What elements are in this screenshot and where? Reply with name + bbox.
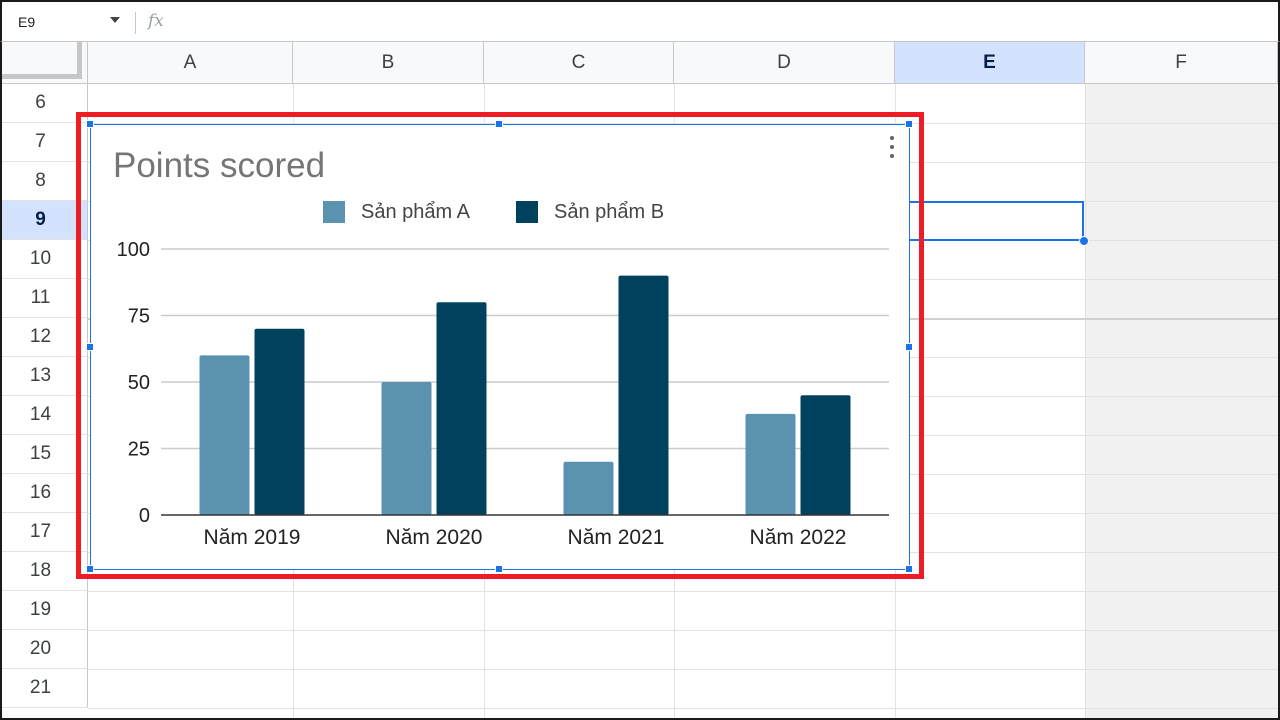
bar: [563, 461, 614, 515]
x-tick-label: Năm 2020: [386, 526, 483, 549]
row-header[interactable]: 19: [2, 591, 88, 630]
bar: [199, 355, 250, 515]
resize-handle-bottom[interactable]: [495, 565, 503, 573]
column-header-d[interactable]: D: [674, 42, 895, 84]
column-header-e[interactable]: E: [895, 42, 1085, 84]
row-header[interactable]: 20: [2, 630, 88, 669]
bar: [745, 413, 796, 515]
column-header-c[interactable]: C: [484, 42, 674, 84]
resize-handle-top-right[interactable]: [905, 120, 913, 128]
y-tick-label: 0: [139, 505, 150, 527]
y-tick-label: 100: [117, 239, 150, 261]
legend-label: Sản phẩm A: [361, 201, 471, 223]
chevron-down-icon[interactable]: [110, 17, 120, 23]
legend-swatch: [516, 201, 538, 223]
y-tick-label: 50: [128, 372, 150, 394]
bar: [800, 395, 851, 515]
more-vert-icon[interactable]: [888, 136, 896, 158]
row-header[interactable]: 21: [2, 669, 88, 708]
column-header-a[interactable]: A: [88, 42, 293, 84]
formula-bar-divider: [135, 12, 136, 34]
fill-handle[interactable]: [1079, 236, 1089, 246]
resize-handle-left[interactable]: [86, 343, 94, 351]
bar-chart: Points scored Sản phẩm A Sản phẩm B 0 25 50 75…: [113, 146, 889, 549]
bar: [618, 275, 669, 515]
fx-icon: fx: [148, 11, 164, 31]
bar: [381, 382, 432, 515]
bar: [254, 328, 305, 515]
resize-handle-bottom-right[interactable]: [905, 565, 913, 573]
select-all-corner[interactable]: [2, 42, 88, 84]
y-tick-label: 75: [128, 306, 150, 328]
legend-swatch: [323, 201, 345, 223]
resize-handle-top-left[interactable]: [86, 120, 94, 128]
bar: [436, 302, 487, 515]
column-header-f[interactable]: F: [1085, 42, 1278, 84]
y-tick-label: 25: [128, 439, 150, 461]
chart-object[interactable]: Points scored Sản phẩm A Sản phẩm B 0 25 50 75…: [90, 124, 910, 570]
column-header-b[interactable]: B: [293, 42, 484, 84]
name-box-value: E9: [18, 14, 36, 30]
x-tick-label: Năm 2022: [750, 526, 847, 549]
column-f-shade: [1085, 84, 1278, 718]
resize-handle-bottom-left[interactable]: [86, 565, 94, 573]
x-tick-label: Năm 2019: [204, 526, 301, 549]
x-tick-label: Năm 2021: [568, 526, 665, 549]
resize-handle-right[interactable]: [905, 343, 913, 351]
legend-label: Sản phẩm B: [554, 201, 664, 223]
resize-handle-top[interactable]: [495, 120, 503, 128]
name-box[interactable]: E9: [2, 2, 136, 42]
formula-bar: E9 fx: [0, 0, 1280, 42]
chart-title: Points scored: [113, 146, 325, 185]
